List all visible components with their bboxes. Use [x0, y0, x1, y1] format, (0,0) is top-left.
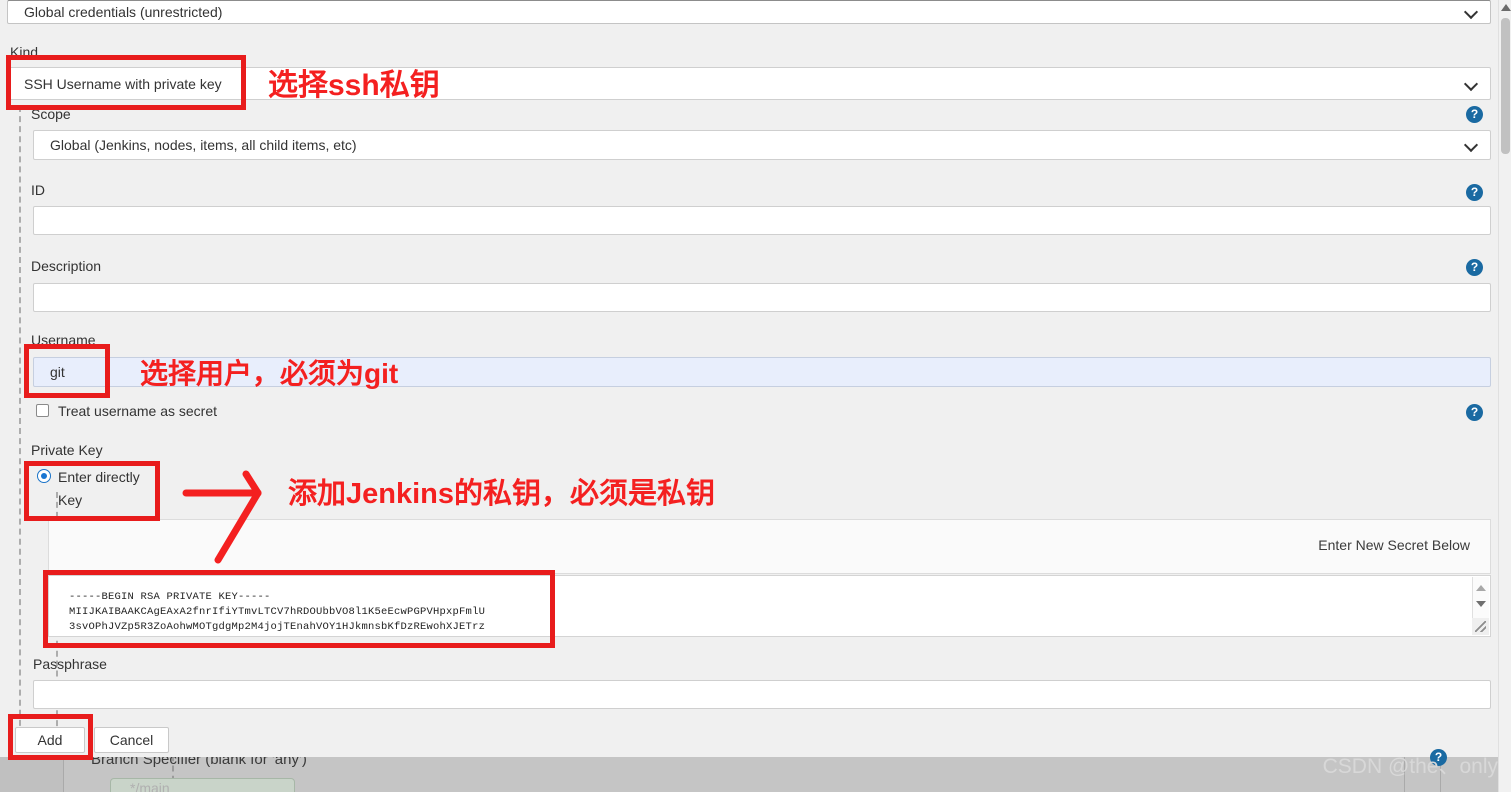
username-value: git: [50, 364, 65, 380]
description-help-icon[interactable]: ?: [1466, 259, 1483, 276]
description-input[interactable]: [33, 283, 1491, 312]
enter-directly-label: Enter directly: [58, 469, 140, 485]
screenshot-root: Branch Specifier (blank for 'any') */mai…: [0, 0, 1511, 792]
chevron-down-icon: [1466, 6, 1477, 17]
scope-label: Scope: [31, 106, 71, 122]
credentials-domain-select[interactable]: Global credentials (unrestricted): [7, 0, 1491, 24]
secret-panel: Enter New Secret Below: [48, 519, 1491, 574]
id-input[interactable]: [33, 206, 1491, 235]
chevron-down-icon: [1466, 78, 1477, 89]
textarea-resize-handle[interactable]: [1472, 618, 1489, 635]
kind-select[interactable]: SSH Username with private key: [7, 67, 1491, 100]
scroll-up-arrow-icon[interactable]: [1501, 4, 1511, 11]
arrow-down-icon[interactable]: [1476, 601, 1486, 607]
chevron-down-icon: [1466, 139, 1477, 150]
private-key-label: Private Key: [31, 442, 103, 458]
username-label: Username: [31, 332, 96, 348]
enter-new-secret-hint: Enter New Secret Below: [1318, 537, 1470, 553]
scope-help-icon[interactable]: ?: [1466, 106, 1483, 123]
backdrop-help-icon[interactable]: ?: [1430, 749, 1447, 766]
scope-value: Global (Jenkins, nodes, items, all child…: [50, 137, 357, 153]
passphrase-input[interactable]: [33, 680, 1491, 709]
private-key-textarea[interactable]: -----BEGIN RSA PRIVATE KEY----- MIIJKAIB…: [48, 575, 1491, 637]
kind-label: Kind: [10, 44, 39, 60]
add-button[interactable]: Add: [15, 727, 85, 753]
passphrase-label: Passphrase: [33, 656, 107, 672]
branch-specifier-value: */main: [130, 780, 170, 792]
kind-value: SSH Username with private key: [24, 75, 222, 92]
cancel-button[interactable]: Cancel: [94, 727, 169, 753]
id-label: ID: [31, 182, 45, 198]
treat-username-as-secret-checkbox[interactable]: [36, 404, 49, 417]
id-help-icon[interactable]: ?: [1466, 184, 1483, 201]
add-credentials-dialog: Global credentials (unrestricted) Kind S…: [0, 0, 1498, 766]
scope-select[interactable]: Global (Jenkins, nodes, items, all child…: [33, 130, 1491, 160]
treat-username-help-icon[interactable]: ?: [1466, 404, 1483, 421]
treat-username-as-secret-label: Treat username as secret: [58, 403, 217, 419]
private-key-text: -----BEGIN RSA PRIVATE KEY----- MIIJKAIB…: [69, 591, 486, 633]
scrollbar-thumb[interactable]: [1501, 18, 1510, 154]
key-label: Key: [58, 492, 83, 508]
page-scrollbar[interactable]: [1498, 0, 1511, 792]
form-dashed-guide: [19, 106, 21, 746]
textarea-spinner[interactable]: [1472, 577, 1489, 621]
credentials-domain-value: Global credentials (unrestricted): [24, 4, 223, 20]
enter-directly-radio[interactable]: [37, 469, 51, 483]
username-input[interactable]: git: [33, 357, 1491, 387]
arrow-up-icon[interactable]: [1476, 585, 1486, 591]
description-label: Description: [31, 258, 102, 274]
